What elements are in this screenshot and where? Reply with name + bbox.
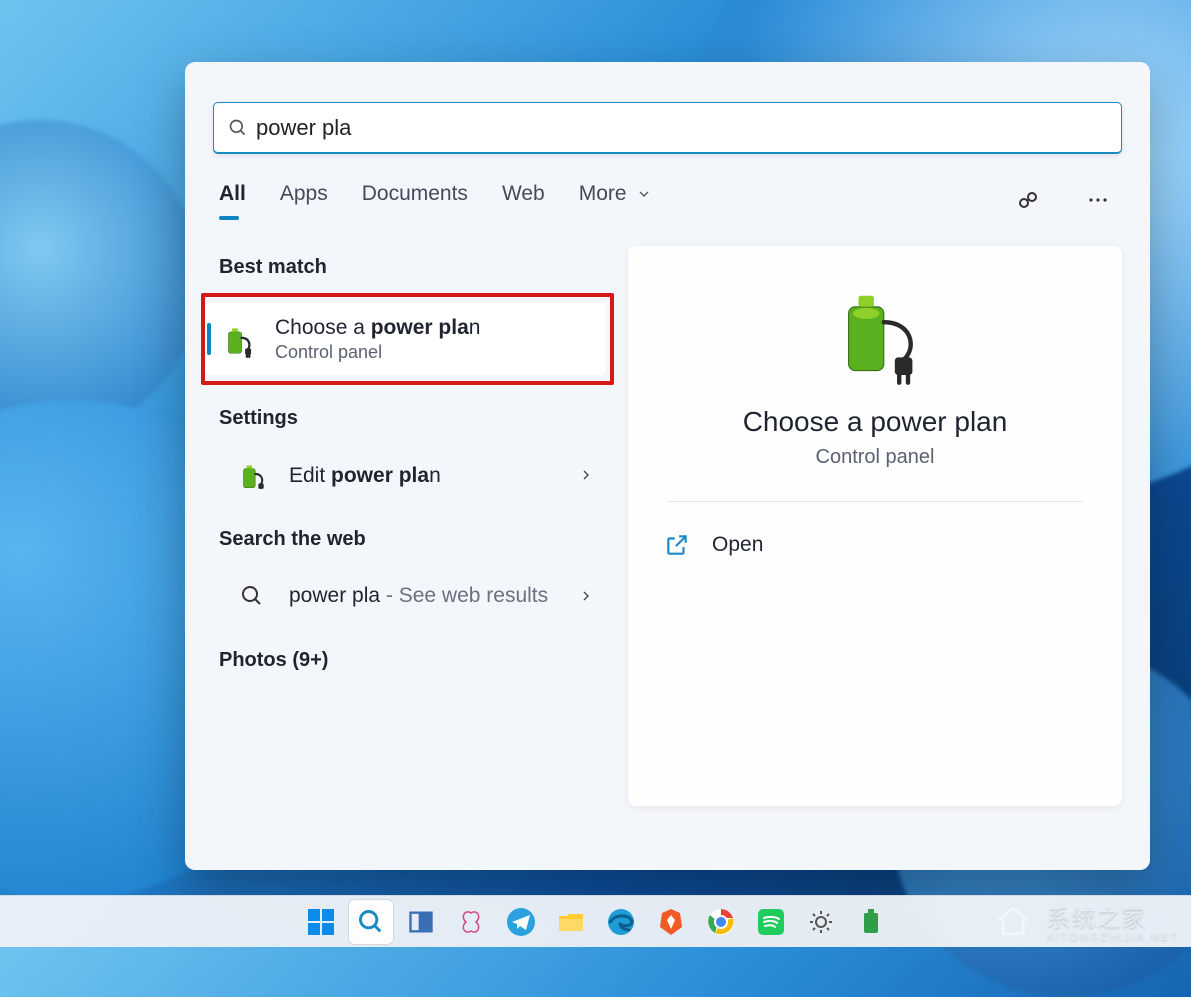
open-action[interactable]: Open: [664, 518, 1086, 572]
more-options-button[interactable]: [1080, 182, 1116, 218]
open-label: Open: [712, 533, 763, 557]
chevron-down-icon: [636, 186, 652, 202]
tab-web[interactable]: Web: [502, 182, 545, 218]
watermark-icon: [990, 897, 1036, 943]
feedback-icon-button[interactable]: [1010, 182, 1046, 218]
tab-more-label: More: [579, 182, 627, 205]
section-best-match: Best match: [219, 256, 610, 279]
taskbar-search-button[interactable]: [349, 900, 393, 944]
task-view-button[interactable]: [399, 900, 443, 944]
battery-icon: [858, 907, 884, 937]
taskbar-app-telegram[interactable]: [499, 900, 543, 944]
tab-more[interactable]: More: [579, 182, 653, 218]
search-icon: [233, 577, 271, 615]
section-settings: Settings: [219, 407, 610, 430]
search-flyout: All Apps Documents Web More Best match: [185, 62, 1150, 870]
brave-icon: [656, 907, 686, 937]
tab-documents[interactable]: Documents: [362, 182, 468, 218]
result-edit-power-plan[interactable]: Edit power plan: [219, 444, 610, 506]
search-filter-tabs: All Apps Documents Web More: [219, 182, 1116, 218]
edge-icon: [606, 907, 636, 937]
preview-subtitle: Control panel: [816, 446, 935, 469]
ellipsis-icon: [1086, 188, 1110, 212]
result-choose-power-plan[interactable]: Choose a power plan Control panel: [205, 303, 606, 375]
start-button[interactable]: [299, 900, 343, 944]
power-plan-icon: [233, 456, 271, 494]
chrome-icon: [706, 907, 736, 937]
taskbar-app-settings[interactable]: [799, 900, 843, 944]
taskbar-app-spotify[interactable]: [749, 900, 793, 944]
search-input[interactable]: [256, 115, 1107, 141]
open-icon: [664, 532, 690, 558]
preview-card: Choose a power plan Control panel Open: [628, 246, 1122, 806]
chevron-right-icon: [578, 588, 594, 604]
wallpaper-shape: [0, 120, 200, 440]
preview-title: Choose a power plan: [743, 406, 1008, 438]
result-web-search[interactable]: power pla - See web results: [219, 565, 610, 627]
section-photos: Photos (9+): [219, 649, 610, 672]
preview-power-plan-icon: [815, 276, 935, 386]
app-icon: [456, 907, 486, 937]
chevron-right-icon: [578, 467, 594, 483]
search-icon: [357, 908, 385, 936]
watermark: 系统之家 XITONGZHIJIA.NET: [990, 897, 1179, 943]
tab-apps[interactable]: Apps: [280, 182, 328, 218]
folder-icon: [556, 907, 586, 937]
result-subtitle: Control panel: [275, 342, 480, 363]
task-view-icon: [407, 908, 435, 936]
taskbar-app-edge[interactable]: [599, 900, 643, 944]
search-box[interactable]: [213, 102, 1122, 154]
windows-icon: [306, 907, 336, 937]
taskbar-app-chrome[interactable]: [699, 900, 743, 944]
search-icon: [228, 118, 248, 138]
taskbar-app-explorer[interactable]: [549, 900, 593, 944]
tab-all[interactable]: All: [219, 182, 246, 218]
annotation-highlight: Choose a power plan Control panel: [201, 293, 614, 385]
result-title: Edit power plan: [289, 463, 441, 488]
section-search-web: Search the web: [219, 528, 610, 551]
result-title: Choose a power plan: [275, 315, 480, 340]
gear-icon: [806, 907, 836, 937]
telegram-icon: [506, 907, 536, 937]
taskbar-app-butterfly[interactable]: [449, 900, 493, 944]
taskbar-app-brave[interactable]: [649, 900, 693, 944]
result-title: power pla - See web results: [289, 584, 548, 608]
feedback-icon: [1016, 188, 1040, 212]
power-plan-icon: [219, 320, 257, 358]
results-column: Best match: [185, 234, 610, 870]
taskbar-app-battery[interactable]: [849, 900, 893, 944]
spotify-icon: [756, 907, 786, 937]
